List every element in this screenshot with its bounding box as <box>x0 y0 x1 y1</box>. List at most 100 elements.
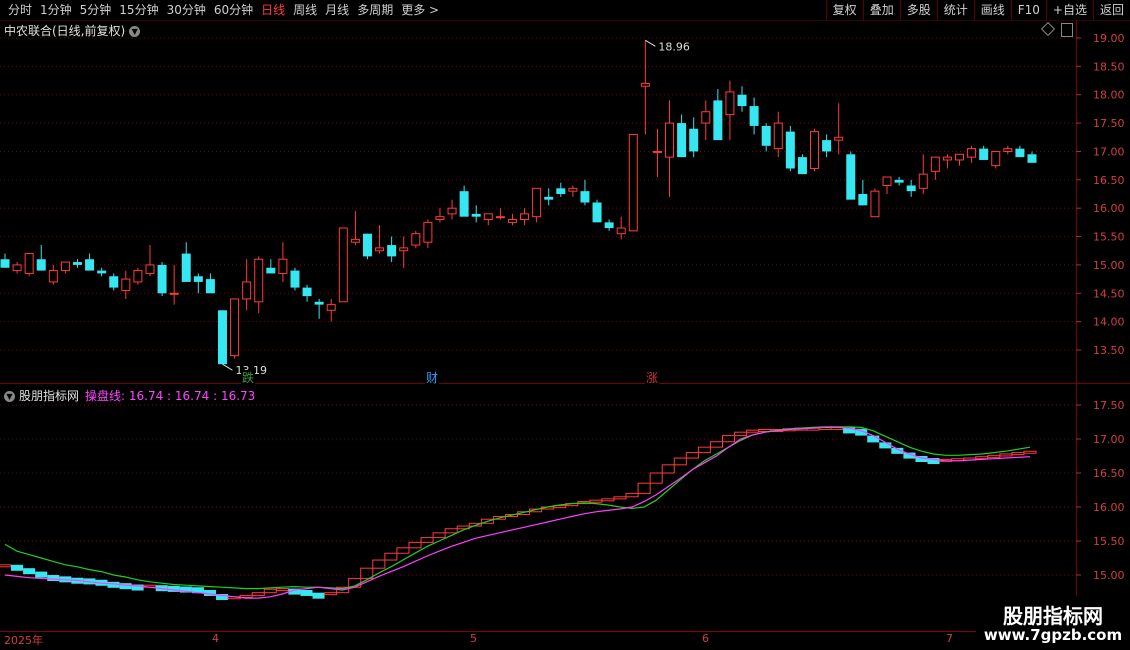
candle-body <box>254 258 264 303</box>
band-step-down <box>119 583 132 590</box>
candle-body <box>858 194 868 206</box>
band-step-up <box>263 588 277 594</box>
indicator-title[interactable]: ▼ 股朋指标网 操盘线: 16.74 : 16.74 : 16.73 <box>4 387 255 404</box>
candle-body <box>967 148 977 158</box>
candle-body <box>411 233 421 246</box>
candle-body <box>145 264 155 274</box>
band-step-up <box>661 464 675 474</box>
price-tick-label: 18.00 <box>1093 89 1125 102</box>
date-label-may: 5 <box>470 632 477 645</box>
candle-body <box>991 150 1001 167</box>
band-step-up <box>649 472 663 484</box>
candle-body <box>217 310 227 365</box>
band-step-down <box>300 589 313 596</box>
band-step-up <box>251 592 265 596</box>
candle-body <box>749 106 759 126</box>
candle-body <box>822 140 832 152</box>
candle-body <box>157 264 167 294</box>
candle-body <box>230 298 240 357</box>
candle-body <box>1003 148 1013 152</box>
band-step-up <box>408 541 422 549</box>
candle-body <box>773 122 783 150</box>
band-step-down <box>867 435 880 443</box>
low-pointer <box>222 363 233 371</box>
candle-body <box>169 292 179 295</box>
candle-body <box>761 125 771 146</box>
band-step-up <box>999 453 1013 457</box>
candle-body <box>568 187 578 192</box>
candle-body <box>906 185 916 192</box>
candle-body <box>193 276 203 282</box>
indicator-tick-label: 15.00 <box>1093 569 1125 582</box>
candle-body <box>616 227 626 235</box>
price-tick-label: 17.00 <box>1093 145 1125 158</box>
candle-body <box>399 247 409 252</box>
candle-body <box>459 191 469 217</box>
candle-body <box>640 82 650 87</box>
band-step-up <box>637 482 651 494</box>
candle-body <box>350 238 360 243</box>
candle-body <box>121 278 131 291</box>
band-step-down <box>11 564 24 571</box>
candle-body <box>338 227 348 303</box>
price-tick-label: 18.50 <box>1093 60 1125 73</box>
candle-body <box>810 131 820 169</box>
band-step-down <box>312 592 325 599</box>
candle-body <box>447 207 457 215</box>
band-step-up <box>589 499 603 503</box>
candle-body <box>1015 148 1025 158</box>
watermark-url: www.7gpzb.com <box>983 626 1123 644</box>
candle-body <box>689 128 699 152</box>
date-label-year: 2025年 <box>4 634 43 647</box>
price-tick-label: 14.50 <box>1093 287 1125 300</box>
candle-body <box>133 270 143 283</box>
date-label-june: 6 <box>702 632 709 645</box>
event-marker: 财 <box>426 371 438 385</box>
candle-body <box>737 94 747 107</box>
price-tick-label: 16.50 <box>1093 174 1125 187</box>
indicator-tick-label: 16.00 <box>1093 501 1125 514</box>
price-tick-label: 19.00 <box>1093 32 1125 45</box>
price-tick-label: 15.00 <box>1093 259 1125 272</box>
candle-body <box>604 222 614 229</box>
band-step-up <box>444 528 458 534</box>
candle-body <box>109 276 119 288</box>
band-step-up <box>0 564 12 568</box>
band-step-up <box>685 452 699 459</box>
candle-body <box>435 216 445 221</box>
candle-body <box>48 270 58 283</box>
candle-body <box>387 245 397 257</box>
candle-body <box>85 259 95 271</box>
price-tick-label: 13.50 <box>1093 344 1125 357</box>
candle-body <box>713 100 723 141</box>
candle-body <box>665 122 675 158</box>
candle-body <box>882 176 892 186</box>
event-marker: 跌 <box>242 370 254 385</box>
candle-body <box>423 221 433 243</box>
event-marker: 涨 <box>646 370 658 385</box>
candle-body <box>979 148 989 160</box>
candle-body <box>520 213 530 221</box>
candle-body <box>507 219 517 223</box>
candle-body <box>181 253 191 282</box>
band-step-up <box>420 537 434 543</box>
candle-body <box>785 131 795 169</box>
candle-body <box>834 136 844 141</box>
candle-body <box>495 216 505 219</box>
candle-body <box>942 156 952 161</box>
chevron-down-icon[interactable]: ▼ <box>4 391 15 402</box>
candle-body <box>471 213 481 217</box>
candle-body <box>314 301 324 305</box>
band-step-up <box>613 496 627 500</box>
candle-body <box>362 233 372 257</box>
candle-body <box>628 133 638 232</box>
kline-chart[interactable]: 19.00 18.50 18.00 17.50 17.00 16.50 16.00 15.50… <box>0 0 1130 650</box>
candle-body <box>652 150 662 153</box>
band-step-up <box>396 547 410 554</box>
band-step-up <box>734 431 748 437</box>
band-step-up <box>697 446 711 454</box>
band-step-up <box>1023 450 1037 454</box>
band-step-down <box>47 575 60 581</box>
candle-body <box>592 202 602 223</box>
candle-body <box>36 259 46 271</box>
